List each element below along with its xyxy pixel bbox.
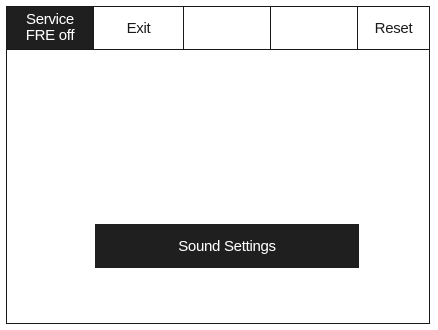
reset-softkey[interactable]: Reset xyxy=(358,7,429,49)
reset-softkey-label: Reset xyxy=(374,19,413,37)
softkey-bar: Service FRE off Exit Reset xyxy=(7,7,429,50)
sound-settings-menu-item[interactable]: Sound Settings xyxy=(95,224,359,268)
blank-softkey-1[interactable] xyxy=(184,7,271,49)
blank-softkey-2[interactable] xyxy=(271,7,358,49)
display-screen: Service FRE off Exit Reset Sound Setting… xyxy=(6,6,430,324)
sound-settings-label: Sound Settings xyxy=(178,237,276,255)
service-softkey-label-line2: FRE off xyxy=(25,27,75,44)
exit-softkey-label: Exit xyxy=(126,19,151,37)
exit-softkey[interactable]: Exit xyxy=(94,7,184,49)
service-softkey-label-line1: Service xyxy=(26,11,74,28)
service-fre-softkey[interactable]: Service FRE off xyxy=(7,7,94,49)
